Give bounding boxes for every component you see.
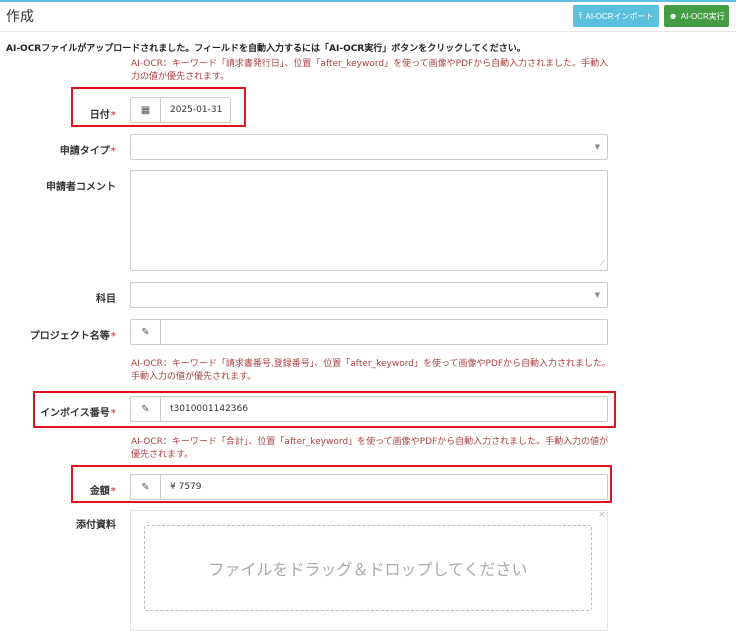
- application-type-required-mark: *: [110, 146, 116, 157]
- invoice-highlight-box: [33, 391, 616, 428]
- ai-ocr-import-label: AI-OCRインポート: [585, 11, 654, 21]
- file-dropzone[interactable]: ファイルをドラッグ＆ドロップしてください: [144, 525, 592, 611]
- comment-label: 申請者コメント: [46, 182, 116, 193]
- subject-select[interactable]: ▼: [130, 282, 608, 308]
- ai-ocr-run-label: AI-OCR実行: [680, 11, 725, 21]
- invoice-ocr-hint: AI-OCR：キーワード「請求書番号,登録番号」、位置「after_keywor…: [131, 359, 612, 382]
- upload-icon: ⤒: [578, 10, 583, 21]
- ocr-upload-notice: AI-OCRファイルがアップロードされました。フィールドを自動入力するには「AI…: [6, 44, 526, 54]
- subject-label: 科目: [96, 294, 116, 305]
- comment-textarea[interactable]: ⟋: [130, 170, 608, 271]
- date-highlight-box: [71, 87, 246, 127]
- amount-ocr-hint: AI-OCR：キーワード「合計」、位置「after_keyword」を使って画像…: [131, 437, 609, 460]
- application-type-label-text: 申請タイプ: [59, 146, 110, 157]
- amount-highlight-box: [71, 465, 612, 503]
- robot-icon: ☻: [668, 11, 678, 21]
- project-label: プロジェクト名等*: [6, 327, 116, 342]
- project-label-text: プロジェクト名等: [29, 331, 110, 342]
- close-icon[interactable]: ×: [598, 510, 606, 520]
- attachment-label: 添付資料: [76, 520, 116, 531]
- chevron-down-icon: ▼: [594, 143, 600, 151]
- pencil-icon: ✎: [131, 320, 161, 344]
- ai-ocr-run-button[interactable]: ☻ AI-OCR実行: [664, 5, 729, 27]
- project-input[interactable]: ✎: [130, 319, 608, 345]
- application-type-select[interactable]: ▼: [130, 134, 608, 160]
- chevron-down-icon: ▼: [594, 291, 600, 299]
- top-accent-line: [0, 0, 736, 2]
- application-type-label: 申請タイプ*: [6, 142, 116, 157]
- project-required-mark: *: [110, 331, 116, 342]
- resize-grip-icon[interactable]: ⟋: [599, 259, 605, 269]
- page-title: 作成: [6, 9, 34, 25]
- date-ocr-hint: AI-OCR：キーワード「請求書発行日」、位置「after_keyword」を使…: [131, 59, 609, 82]
- ai-ocr-import-button[interactable]: ⤒ AI-OCRインポート: [573, 5, 659, 27]
- header-divider: [0, 31, 736, 32]
